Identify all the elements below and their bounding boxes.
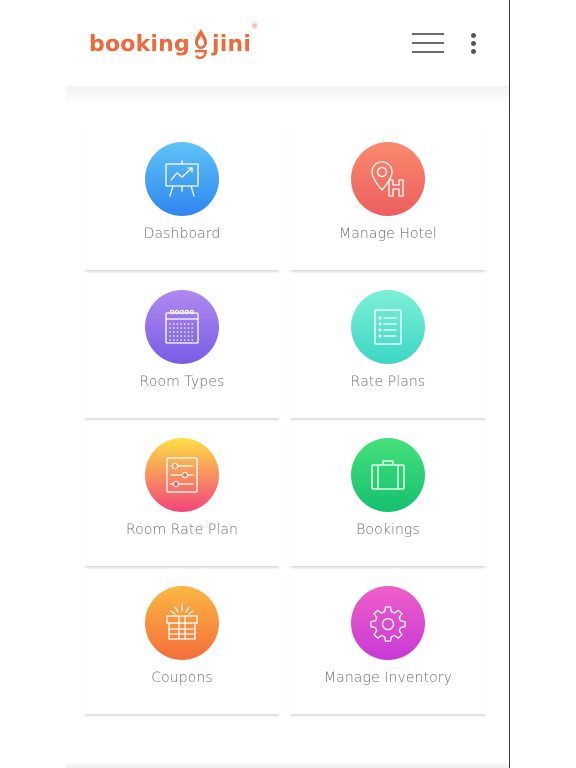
tile-room-types[interactable]: Room Types — [84, 274, 280, 418]
tile-label: Coupons — [151, 670, 213, 686]
screen-edge-divider — [509, 0, 510, 768]
tile-label: Manage Inventory — [323, 670, 453, 686]
tile-manage-inventory[interactable]: Manage Inventory — [290, 570, 486, 714]
logo-text-booking: booking — [89, 31, 190, 57]
app-header: booking jini ® — [0, 0, 509, 88]
tile-label: Bookings — [356, 522, 420, 538]
checklist-icon — [374, 309, 402, 345]
room-rate-plan-icon-circle — [145, 438, 219, 512]
tile-label: Room Rate Plan — [125, 522, 239, 538]
presentation-chart-icon — [165, 160, 199, 197]
kebab-icon[interactable] — [466, 31, 480, 57]
bookingjini-logo[interactable]: booking jini ® — [89, 22, 258, 64]
header-shadow — [66, 86, 509, 106]
logo-text-jini: jini — [211, 31, 252, 57]
gear-icon — [370, 606, 406, 642]
tile-manage-hotel[interactable]: Manage Hotel — [290, 126, 486, 270]
gift-box-icon — [166, 604, 198, 640]
tile-label: Dashboard — [143, 226, 221, 242]
tile-label: Manage Hotel — [339, 226, 437, 242]
tile-dashboard[interactable]: Dashboard — [84, 126, 280, 270]
manage-inventory-icon-circle — [351, 586, 425, 660]
bookings-icon-circle — [351, 438, 425, 512]
logo-registered-mark: ® — [251, 22, 259, 30]
manage-hotel-icon-circle — [351, 142, 425, 216]
briefcase-icon — [371, 460, 405, 490]
tile-rate-plans[interactable]: Rate Plans — [290, 274, 486, 418]
calendar-icon — [165, 309, 199, 344]
coupons-icon-circle — [145, 586, 219, 660]
rate-plans-icon-circle — [351, 290, 425, 364]
tile-label: Room Types — [139, 374, 225, 390]
sliders-icon — [166, 457, 198, 493]
room-types-icon-circle — [145, 290, 219, 364]
bottom-shadow — [66, 762, 509, 768]
hotel-location-icon — [371, 161, 404, 197]
tile-bookings[interactable]: Bookings — [290, 422, 486, 566]
logo-flame-icon — [191, 27, 211, 61]
tile-coupons[interactable]: Coupons — [84, 570, 280, 714]
tile-label: Rate Plans — [350, 374, 426, 390]
tile-room-rate-plan[interactable]: Room Rate Plan — [84, 422, 280, 566]
dashboard-icon-circle — [145, 142, 219, 216]
hamburger-icon[interactable] — [412, 32, 444, 54]
app-screen: booking jini ® Dashboard Manage Hotel Ro… — [0, 0, 509, 768]
